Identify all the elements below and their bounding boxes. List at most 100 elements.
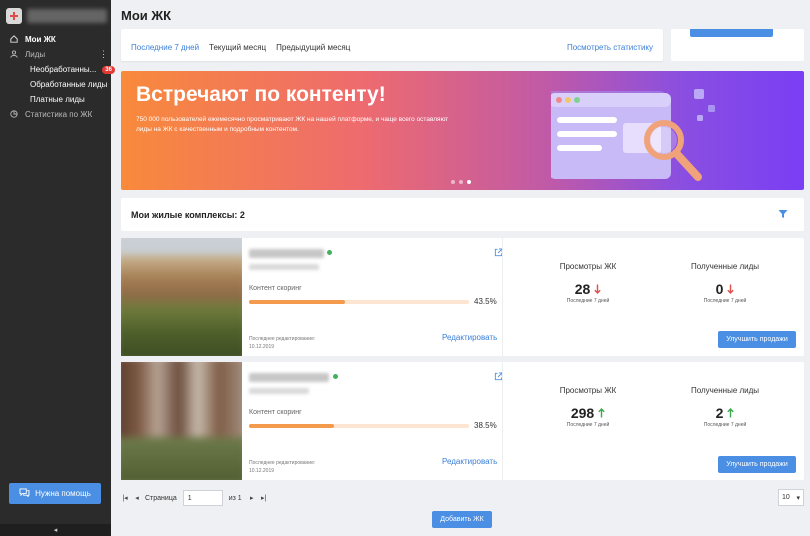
views-metric: Просмотры ЖК 28 Последние 7 дней bbox=[533, 262, 643, 304]
carousel-dot[interactable] bbox=[459, 180, 463, 184]
sidebar-item-label: Мои ЖК bbox=[25, 35, 56, 44]
complex-name-blurred[interactable] bbox=[249, 373, 329, 382]
sidebar-subitem-unprocessed-leads[interactable]: Необработанны... 36 bbox=[0, 62, 115, 77]
pagination: |◂ ◂ Страница 1 из 1 ▸ ▸| bbox=[121, 490, 272, 506]
brand-name-blurred bbox=[27, 9, 107, 23]
content-scoring-fill bbox=[249, 300, 345, 304]
views-label: Просмотры ЖК bbox=[559, 262, 617, 271]
page-count-label: из 1 bbox=[228, 494, 242, 502]
content-scoring-bar bbox=[249, 300, 469, 304]
brand[interactable] bbox=[0, 0, 111, 32]
complex-address-blurred bbox=[249, 388, 309, 394]
leads-metric: Полученные лиды 2 Последние 7 дней bbox=[670, 386, 780, 428]
chevron-left-icon: ◂ bbox=[53, 527, 58, 534]
leads-period: Последние 7 дней bbox=[703, 422, 747, 428]
promo-banner[interactable]: Встречают по контенту! 750 000 пользоват… bbox=[121, 71, 804, 190]
sidebar-subitem-label: Платные лиды bbox=[30, 95, 85, 104]
user-icon bbox=[9, 50, 19, 60]
arrow-down-icon bbox=[727, 284, 735, 294]
views-period: Последние 7 дней bbox=[566, 422, 610, 428]
content-scoring-percent: 43.5% bbox=[474, 297, 497, 306]
carousel-dot[interactable] bbox=[467, 180, 471, 184]
period-tabs: Последние 7 дней Текущий месяц Предыдущи… bbox=[131, 43, 350, 52]
leads-value: 2 bbox=[715, 405, 724, 421]
complexes-title: Мои жилые комплексы: 2 bbox=[131, 210, 245, 220]
view-statistics-link[interactable]: Посмотреть статистику bbox=[567, 43, 653, 52]
first-page-icon[interactable]: |◂ bbox=[121, 494, 129, 502]
content-scoring-fill bbox=[249, 424, 334, 428]
views-period: Последние 7 дней bbox=[566, 298, 610, 304]
sidebar-item-my-complexes[interactable]: Мои ЖК bbox=[0, 32, 111, 47]
complex-photo[interactable] bbox=[121, 362, 242, 480]
complex-name-blurred[interactable] bbox=[249, 249, 324, 258]
pie-chart-icon bbox=[9, 109, 19, 120]
content-scoring-percent: 38.5% bbox=[474, 421, 497, 430]
more-vertical-icon[interactable]: ⋮ bbox=[99, 49, 108, 60]
leads-value-row: 0 bbox=[670, 281, 780, 297]
side-card bbox=[671, 29, 804, 61]
filter-icon[interactable] bbox=[778, 209, 788, 219]
stats-card: Последние 7 дней Текущий месяц Предыдущи… bbox=[121, 29, 663, 61]
complexes-header: Мои жилые комплексы: 2 bbox=[121, 198, 804, 231]
page-title: Мои ЖК bbox=[121, 8, 172, 23]
arrow-down-icon bbox=[594, 284, 601, 294]
tab-previous-month[interactable]: Предыдущий месяц bbox=[276, 43, 350, 52]
need-help-button[interactable]: Нужна помощь bbox=[9, 483, 101, 504]
chevron-down-icon: ▾ bbox=[796, 494, 800, 502]
views-label: Просмотры ЖК bbox=[559, 386, 617, 395]
banner-title: Встречают по контенту! bbox=[136, 83, 386, 106]
next-page-icon[interactable]: ▸ bbox=[248, 494, 256, 502]
sidebar-item-statistics[interactable]: Статистика по ЖК bbox=[0, 107, 111, 122]
tab-last-7-days[interactable]: Последние 7 дней bbox=[131, 43, 199, 52]
active-status-dot bbox=[333, 374, 338, 379]
complex-card: Контент скоринг 43.5% Последнее редактир… bbox=[121, 238, 804, 356]
side-card-button[interactable] bbox=[690, 29, 773, 37]
edit-link[interactable]: Редактировать bbox=[442, 457, 497, 466]
views-metric: Просмотры ЖК 298 Последние 7 дней bbox=[533, 386, 643, 428]
add-complex-button[interactable]: Добавить ЖК bbox=[432, 511, 492, 528]
sidebar-subitem-label: Необработанны... bbox=[30, 65, 97, 74]
per-page-value: 10 bbox=[782, 494, 790, 501]
last-edited-label: Последнее редактирование: bbox=[249, 336, 316, 342]
sidebar-item-leads[interactable]: Лиды ⋮ bbox=[0, 47, 111, 62]
home-icon bbox=[9, 34, 19, 45]
divider bbox=[502, 362, 503, 480]
leads-label: Полученные лиды bbox=[690, 386, 760, 395]
page-number-input[interactable]: 1 bbox=[182, 490, 223, 506]
complex-address-blurred bbox=[249, 264, 319, 270]
arrow-up-icon bbox=[598, 408, 605, 418]
leads-value: 0 bbox=[715, 281, 724, 297]
sidebar: Мои ЖК Лиды ⋮ Необработанны... 36 Обрабо… bbox=[0, 0, 115, 536]
sidebar-item-label: Лиды bbox=[25, 50, 46, 59]
sidebar-subitem-processed-leads[interactable]: Обработанные лиды bbox=[0, 77, 111, 92]
last-edited-label: Последнее редактирование: bbox=[249, 460, 316, 466]
banner-text: 750 000 пользователей ежемесячно просмат… bbox=[136, 116, 449, 133]
main-content: Мои ЖК Последние 7 дней Текущий месяц Пр… bbox=[111, 0, 810, 536]
last-edited-date: 10.12.2019 bbox=[249, 468, 275, 474]
improve-sales-button[interactable]: Улучшить продажи bbox=[718, 456, 796, 473]
brand-logo bbox=[6, 8, 22, 24]
arrow-up-icon bbox=[727, 408, 735, 418]
per-page-select[interactable]: 10 ▾ bbox=[778, 489, 804, 506]
sidebar-collapse-button[interactable]: ◂ bbox=[0, 524, 111, 536]
prev-page-icon[interactable]: ◂ bbox=[133, 494, 141, 502]
edit-link[interactable]: Редактировать bbox=[442, 333, 497, 342]
content-scoring-label: Контент скоринг bbox=[249, 285, 302, 292]
complex-card: Контент скоринг 38.5% Последнее редактир… bbox=[121, 362, 804, 480]
last-page-icon[interactable]: ▸| bbox=[260, 494, 268, 502]
need-help-label: Нужна помощь bbox=[35, 489, 91, 498]
carousel-dot[interactable] bbox=[451, 180, 455, 184]
sidebar-item-label: Статистика по ЖК bbox=[25, 110, 93, 119]
page-label: Страница bbox=[145, 494, 177, 502]
leads-value-row: 2 bbox=[670, 405, 780, 421]
chat-icon bbox=[19, 487, 30, 500]
tab-current-month[interactable]: Текущий месяц bbox=[209, 43, 266, 52]
improve-sales-button[interactable]: Улучшить продажи bbox=[718, 331, 796, 348]
sidebar-subitem-paid-leads[interactable]: Платные лиды bbox=[0, 92, 111, 107]
last-edited: Последнее редактирование: 10.12.2019 bbox=[249, 459, 315, 475]
carousel-dots bbox=[451, 180, 471, 184]
sidebar-subitem-label: Обработанные лиды bbox=[30, 80, 108, 89]
complex-photo[interactable] bbox=[121, 238, 242, 356]
active-status-dot bbox=[327, 250, 332, 255]
content-scoring-label: Контент скоринг bbox=[249, 409, 302, 416]
